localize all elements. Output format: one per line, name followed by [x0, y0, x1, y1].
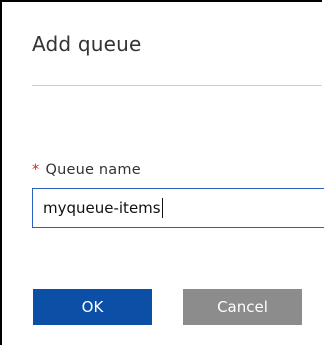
dialog-title: Add queue — [32, 32, 142, 56]
queue-name-label: * Queue name — [32, 162, 141, 178]
cancel-button[interactable]: Cancel — [183, 289, 302, 325]
title-divider — [32, 85, 322, 86]
queue-name-value: myqueue-items — [43, 199, 161, 217]
queue-name-label-text: Queue name — [45, 162, 141, 178]
queue-name-input[interactable]: myqueue-items — [32, 188, 324, 228]
ok-button[interactable]: OK — [33, 289, 152, 325]
add-queue-dialog: Add queue * Queue name myqueue-items OK C… — [0, 0, 324, 345]
required-marker: * — [32, 162, 40, 178]
text-caret — [161, 198, 163, 218]
